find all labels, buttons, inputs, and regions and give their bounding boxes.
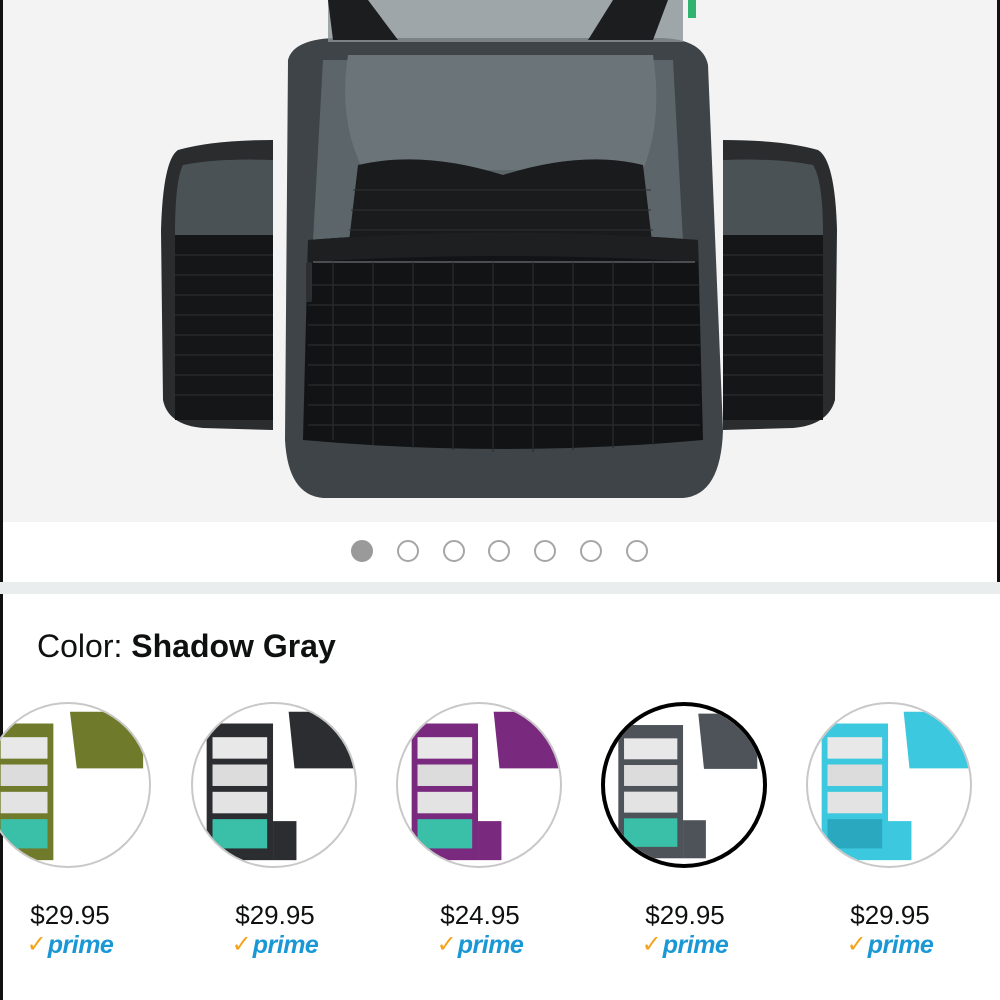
carousel-dot[interactable] bbox=[397, 540, 419, 562]
swatch-price: $29.95 bbox=[30, 900, 110, 930]
prime-check-icon: ✓ bbox=[641, 931, 662, 958]
carousel-dot[interactable] bbox=[443, 540, 465, 562]
prime-check-icon: ✓ bbox=[26, 931, 47, 958]
color-swatch[interactable] bbox=[0, 702, 151, 868]
swatch-price: $24.95 bbox=[440, 900, 520, 930]
prime-badge: ✓ prime bbox=[830, 930, 950, 960]
prime-badge: ✓ prime bbox=[420, 930, 540, 960]
swatch-bag-thumbnail bbox=[206, 711, 355, 861]
carousel-dot[interactable] bbox=[626, 540, 648, 562]
prime-check-icon: ✓ bbox=[846, 931, 867, 958]
prime-label: prime bbox=[252, 930, 319, 959]
swatch-price: $29.95 bbox=[235, 900, 315, 930]
color-swatch[interactable] bbox=[191, 702, 357, 868]
color-variation-section: Color: Shadow Gray $29.95 ✓ prime $29.95 … bbox=[0, 594, 1000, 1000]
prime-badge: ✓ prime bbox=[215, 930, 335, 960]
prime-label: prime bbox=[867, 930, 934, 959]
prime-badge: ✓ prime bbox=[625, 930, 745, 960]
swatch-bag-thumbnail bbox=[411, 711, 560, 861]
selected-color-name: Shadow Gray bbox=[131, 628, 336, 664]
color-swatch[interactable] bbox=[396, 702, 562, 868]
prime-badge: ✓ prime bbox=[10, 930, 130, 960]
carousel-dot[interactable] bbox=[351, 540, 373, 562]
swatch-price: $29.95 bbox=[645, 900, 725, 930]
carousel-dot[interactable] bbox=[488, 540, 510, 562]
swatch-bag-thumbnail bbox=[618, 713, 758, 859]
color-swatch-selected[interactable] bbox=[601, 702, 767, 868]
section-divider bbox=[0, 582, 1000, 594]
prime-label: prime bbox=[662, 930, 729, 959]
product-image[interactable] bbox=[0, 0, 1000, 522]
prime-check-icon: ✓ bbox=[436, 931, 457, 958]
swatch-bag-thumbnail bbox=[0, 711, 144, 861]
swatch-bag-thumbnail bbox=[821, 711, 970, 861]
color-swatch[interactable] bbox=[806, 702, 972, 868]
color-label-prefix: Color: bbox=[37, 628, 132, 664]
prime-check-icon: ✓ bbox=[231, 931, 252, 958]
prime-label: prime bbox=[47, 930, 114, 959]
color-label: Color: Shadow Gray bbox=[37, 628, 336, 665]
carousel-dot[interactable] bbox=[580, 540, 602, 562]
image-carousel-dots bbox=[0, 522, 1000, 582]
swatch-price: $29.95 bbox=[850, 900, 930, 930]
prime-label: prime bbox=[457, 930, 524, 959]
toiletry-bag-image bbox=[161, 0, 837, 498]
carousel-dot[interactable] bbox=[534, 540, 556, 562]
